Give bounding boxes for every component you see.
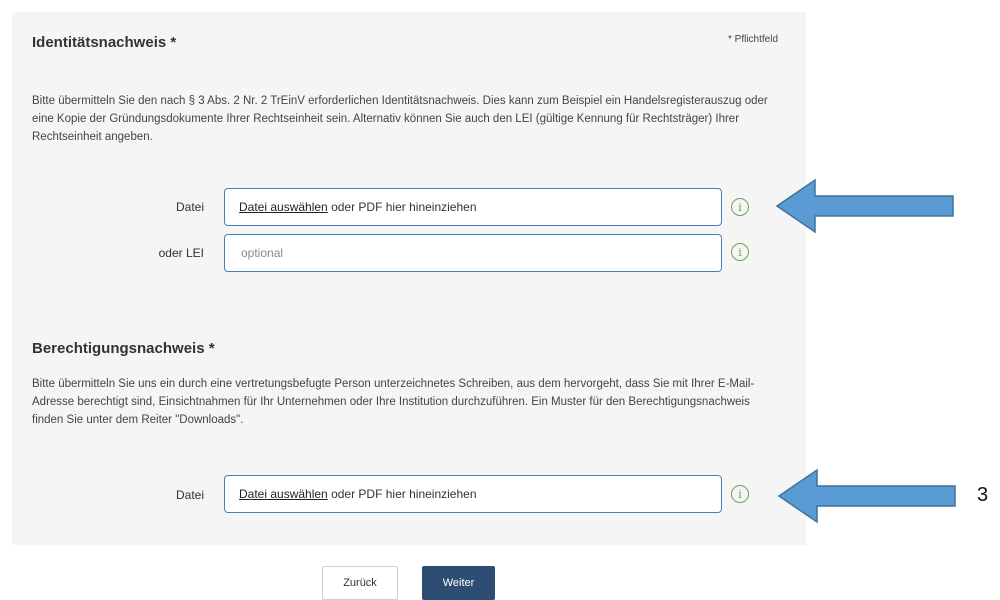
- left-arrow-annotation: [777, 468, 956, 524]
- identity-description: Bitte übermitteln Sie den nach § 3 Abs. …: [32, 95, 768, 143]
- lei-input[interactable]: [239, 245, 721, 261]
- identity-file-select-link[interactable]: Datei auswählen: [239, 200, 328, 214]
- info-icon[interactable]: i: [731, 198, 749, 216]
- authorization-description: Bitte übermitteln Sie uns ein durch eine…: [32, 378, 755, 426]
- authorization-file-dropzone[interactable]: Datei auswählen oder PDF hier hineinzieh…: [224, 475, 722, 513]
- authorization-file-label: Datei: [175, 488, 204, 502]
- identity-file-hint: oder PDF hier hineinziehen: [327, 200, 477, 214]
- info-icon[interactable]: i: [731, 485, 749, 503]
- identity-file-label: Datei: [175, 200, 204, 214]
- identity-section-title: Identitätsnachweis *: [32, 34, 177, 51]
- authorization-file-select-link[interactable]: Datei auswählen: [239, 487, 328, 501]
- identity-file-dropzone[interactable]: Datei auswählen oder PDF hier hineinzieh…: [224, 188, 722, 226]
- left-arrow-annotation: [775, 178, 954, 234]
- lei-input-wrapper[interactable]: [224, 234, 722, 272]
- annotation-number: 3: [977, 484, 989, 506]
- authorization-file-hint: oder PDF hier hineinziehen: [327, 487, 477, 501]
- authorization-section-title: Berechtigungsnachweis *: [32, 340, 215, 357]
- lei-label: oder LEI: [158, 246, 204, 260]
- required-field-note: * Pflichtfeld: [728, 34, 779, 45]
- info-icon[interactable]: i: [731, 243, 749, 261]
